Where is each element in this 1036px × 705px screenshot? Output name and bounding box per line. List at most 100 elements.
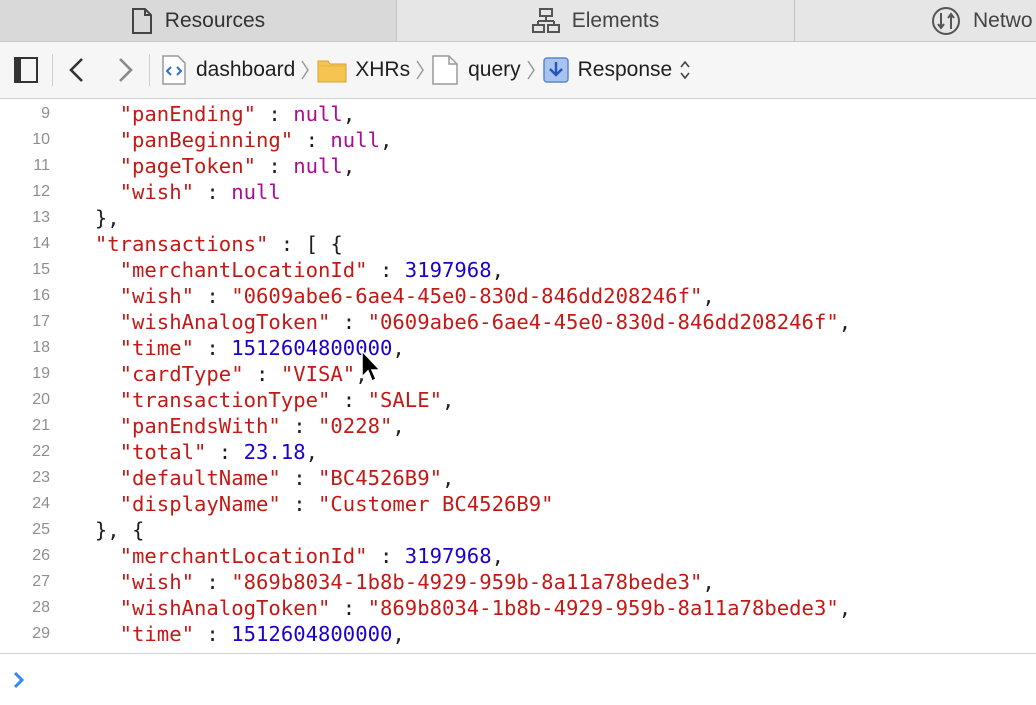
json-key: "wish" (119, 284, 195, 308)
json-value: 1512604800000 (231, 622, 393, 646)
line-number: 29 (32, 625, 50, 642)
line-number: 17 (32, 313, 50, 330)
code-text: "pageToken" : null, (119, 154, 356, 178)
tab-elements[interactable]: Elements (397, 0, 795, 41)
divider (52, 54, 53, 86)
json-value: "0609abe6-6ae4-45e0-830d-846dd208246f" (231, 284, 703, 308)
chevron-left-icon (69, 58, 83, 82)
network-icon (932, 6, 960, 35)
code-line: 28 "wishAnalogToken" : "869b8034-1b8b-49… (0, 595, 1036, 621)
code-line: 17 "wishAnalogToken" : "0609abe6-6ae4-45… (0, 309, 1036, 335)
json-key: "defaultName" (119, 466, 281, 490)
json-value: 3197968 (404, 544, 492, 568)
code-line: 12 "wish" : null (0, 179, 1036, 205)
line-number: 14 (32, 235, 50, 252)
back-button[interactable] (67, 57, 87, 83)
json-value: "SALE" (367, 388, 442, 412)
code-text: "time" : 1512604800000, (119, 336, 405, 360)
code-line: 10 "panBeginning" : null, (0, 127, 1036, 153)
json-value: null (293, 102, 343, 126)
tab-label: Resources (164, 8, 266, 32)
json-value: "0228" (318, 414, 393, 438)
breadcrumb-label: query (468, 58, 521, 81)
json-key: "wishAnalogToken" (119, 596, 331, 620)
html-file-icon (162, 55, 186, 85)
console-prompt[interactable] (0, 653, 1036, 705)
line-number: 11 (33, 157, 50, 174)
code-text: "time" : 1512604800000, (119, 622, 405, 646)
breadcrumb-dashboard[interactable]: dashboard (162, 55, 295, 85)
json-key: "displayName" (119, 492, 281, 516)
code-line: 24 "displayName" : "Customer BC4526B9" (0, 491, 1036, 517)
code-text: "panEnding" : null, (119, 102, 356, 126)
json-key: "panEndsWith" (119, 414, 281, 438)
json-value: 3197968 (404, 258, 492, 282)
code-line: 13 }, (0, 205, 1036, 231)
line-number: 19 (32, 365, 50, 382)
json-key: "cardType" (119, 362, 244, 386)
code-line: 9 "panEnding" : null, (0, 101, 1036, 127)
code-line: 26 "merchantLocationId" : 3197968, (0, 543, 1036, 569)
json-key: "time" (119, 336, 195, 360)
json-value: "0609abe6-6ae4-45e0-830d-846dd208246f" (367, 310, 839, 334)
response-code-view[interactable]: 9 "panEnding" : null, 10 "panBeginning" :… (0, 99, 1036, 652)
line-number: 20 (32, 391, 50, 408)
code-line: 14 "transactions" : [ { (0, 231, 1036, 257)
json-value: "869b8034-1b8b-4929-959b-8a11a78bede3" (231, 570, 703, 594)
toggle-sidebar-button[interactable] (14, 57, 38, 83)
breadcrumb-query[interactable]: query (432, 55, 521, 85)
document-icon (432, 55, 458, 85)
chevron-right-icon (13, 671, 25, 689)
tab-label: Netwo (973, 8, 1033, 32)
json-key: "wish" (119, 570, 195, 594)
code-text: "displayName" : "Customer BC4526B9" (119, 492, 554, 516)
line-number: 12 (32, 183, 50, 200)
breadcrumb-label: Response (577, 58, 673, 81)
json-key: "pageToken" (119, 154, 256, 178)
code-text: "wishAnalogToken" : "0609abe6-6ae4-45e0-… (119, 310, 852, 334)
breadcrumb-label: dashboard (196, 58, 296, 81)
code-text: "wish" : null (119, 180, 281, 204)
breadcrumb-xhrs[interactable]: XHRs (317, 57, 410, 83)
line-number: 27 (32, 573, 50, 590)
code-line: 11 "pageToken" : null, (0, 153, 1036, 179)
json-value: null (330, 128, 381, 152)
code-line: 22 "total" : 23.18, (0, 439, 1036, 465)
code-line: 19 "cardType" : "VISA", (0, 361, 1036, 387)
tab-resources[interactable]: Resources (0, 0, 397, 41)
code-line: 16 "wish" : "0609abe6-6ae4-45e0-830d-846… (0, 283, 1036, 309)
breadcrumb-separator-icon (527, 60, 535, 80)
json-value: null (293, 154, 343, 178)
chevron-right-icon (119, 58, 133, 82)
mouse-cursor-icon (361, 350, 382, 383)
sidebar-icon (14, 57, 38, 83)
tab-network[interactable]: Netwo (795, 0, 1036, 41)
json-value: "BC4526B9" (318, 466, 442, 490)
response-selector[interactable]: Response (542, 57, 693, 83)
code-text: "merchantLocationId" : 3197968, (119, 258, 504, 282)
json-value: 23.18 (243, 440, 306, 464)
line-number: 24 (32, 495, 50, 512)
json-value: "869b8034-1b8b-4929-959b-8a11a78bede3" (367, 596, 839, 620)
code-text: "defaultName" : "BC4526B9", (119, 466, 455, 490)
tab-label: Elements (571, 8, 660, 32)
json-key: "wish" (119, 180, 195, 204)
stepper-icon (680, 60, 690, 80)
json-key: "panBeginning" (119, 128, 294, 152)
code-line: 29 "time" : 1512604800000, (0, 621, 1036, 647)
json-key: "merchantLocationId" (119, 544, 368, 568)
code-text: "panEndsWith" : "0228", (119, 414, 405, 438)
forward-button[interactable] (115, 57, 135, 83)
code-text: "wish" : "0609abe6-6ae4-45e0-830d-846dd2… (119, 284, 715, 308)
line-number: 21 (32, 417, 50, 434)
elements-icon (531, 7, 560, 33)
json-key: "time" (119, 622, 195, 646)
line-number: 26 (32, 547, 50, 564)
json-key: "total" (119, 440, 207, 464)
code-line: 18 "time" : 1512604800000, (0, 335, 1036, 361)
line-number: 25 (32, 521, 50, 538)
code-text: "panBeginning" : null, (119, 128, 393, 152)
breadcrumb-label: XHRs (355, 58, 411, 81)
code-text: }, { (94, 518, 145, 542)
line-number: 22 (32, 443, 50, 460)
